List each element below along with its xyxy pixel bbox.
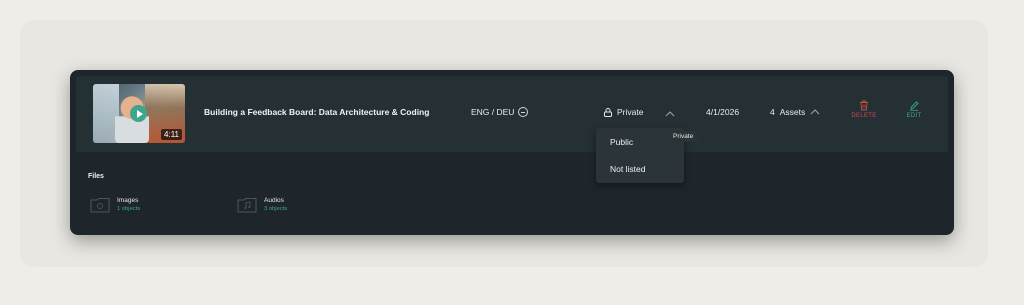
privacy-tooltip: Private: [669, 131, 698, 142]
play-icon[interactable]: [130, 105, 147, 122]
assets-count: 4: [770, 107, 775, 117]
image-folder-icon: [90, 198, 110, 213]
chevron-up-icon: [810, 109, 820, 115]
files-heading: Files: [88, 173, 104, 180]
video-thumbnail[interactable]: 4:11: [93, 84, 185, 143]
minus-circle-icon[interactable]: [518, 107, 529, 117]
assets-toggle[interactable]: 4 Assets: [770, 107, 820, 117]
chevron-up-icon[interactable]: [665, 111, 675, 117]
folder-count: 3 objects: [264, 206, 288, 212]
video-card: 4:11 Building a Feedback Board: Data Arc…: [70, 70, 954, 235]
video-row[interactable]: 4:11 Building a Feedback Board: Data Arc…: [76, 76, 948, 152]
video-title[interactable]: Building a Feedback Board: Data Architec…: [204, 107, 429, 117]
assets-label: Assets: [779, 107, 806, 117]
delete-button[interactable]: DELETE: [849, 100, 879, 119]
folder-name: Images: [117, 197, 139, 204]
edit-label: EDIT: [906, 113, 922, 119]
folder-audios[interactable]: Audios 3 objects: [237, 197, 287, 213]
dropdown-option-not-listed[interactable]: Not listed: [610, 164, 645, 174]
duration-badge: 4:11: [161, 129, 182, 140]
edit-button[interactable]: EDIT: [902, 100, 926, 119]
publish-date: 4/1/2026: [706, 107, 740, 117]
lock-icon: [604, 107, 612, 117]
audio-folder-icon: [237, 198, 257, 213]
delete-label: DELETE: [851, 113, 877, 119]
folder-count: 1 objects: [117, 206, 141, 212]
folder-images[interactable]: Images 1 objects: [90, 197, 140, 213]
dropdown-option-public[interactable]: Public: [610, 137, 633, 147]
privacy-label: Private: [617, 107, 644, 117]
language-selector[interactable]: ENG / DEU: [471, 107, 529, 117]
trash-icon: [860, 100, 868, 111]
pencil-icon: [910, 101, 919, 111]
language-label: ENG / DEU: [471, 107, 515, 117]
privacy-selector[interactable]: Private: [604, 107, 643, 117]
folder-name: Audios: [264, 197, 284, 204]
